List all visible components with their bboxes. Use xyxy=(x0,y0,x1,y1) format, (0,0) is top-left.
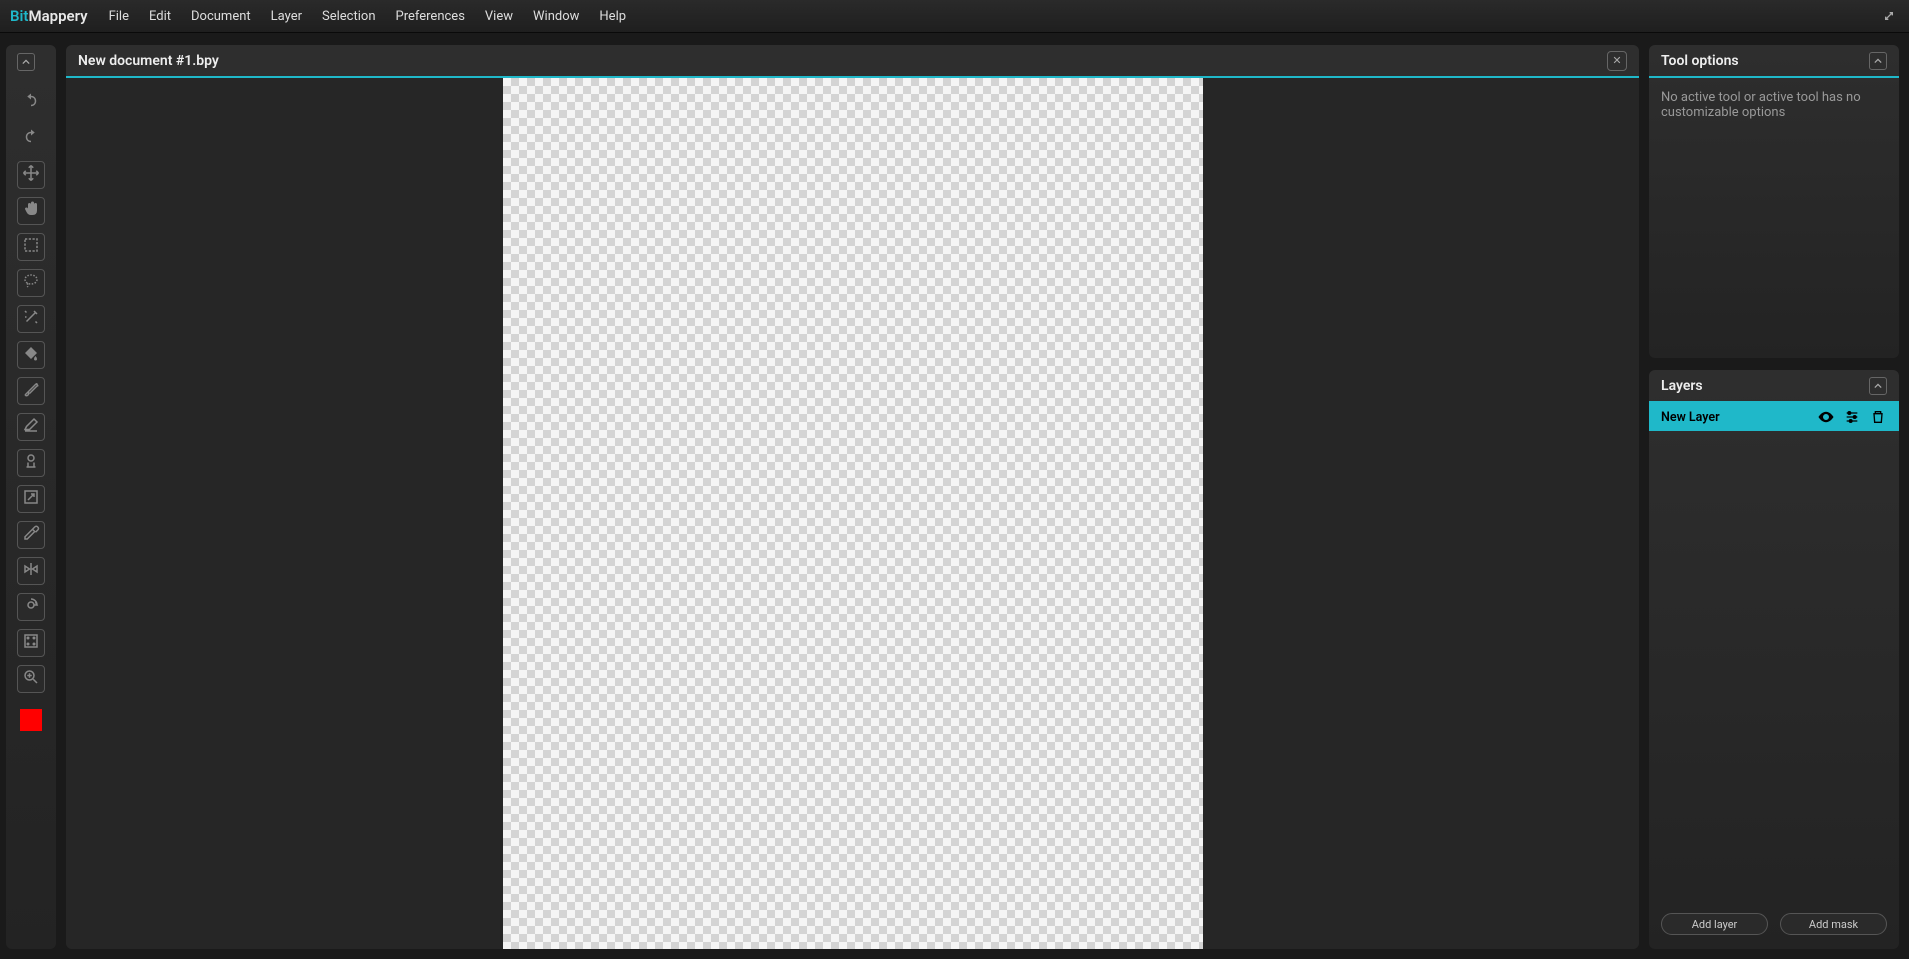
layers-body: New Layer Add layer Add mask xyxy=(1649,403,1899,949)
lasso-icon xyxy=(22,272,40,294)
canvas-area: New document #1.bpy ✕ xyxy=(66,45,1639,949)
fill-tool[interactable] xyxy=(17,341,45,369)
brush-icon xyxy=(22,380,40,402)
layer-list: New Layer xyxy=(1649,403,1899,903)
toolbar-collapse-button[interactable] xyxy=(17,53,35,71)
scale-icon xyxy=(22,488,40,510)
add-layer-button[interactable]: Add layer xyxy=(1661,913,1768,935)
add-mask-button[interactable]: Add mask xyxy=(1780,913,1887,935)
color-swatch[interactable] xyxy=(20,709,42,731)
menu-edit[interactable]: Edit xyxy=(140,3,180,30)
menu-layer[interactable]: Layer xyxy=(262,3,311,30)
brush-tool[interactable] xyxy=(17,377,45,405)
mirror-icon xyxy=(22,560,40,582)
menu-view[interactable]: View xyxy=(476,3,522,30)
undo-icon xyxy=(22,92,40,114)
tool-options-panel: Tool options No active tool or active to… xyxy=(1649,45,1899,358)
layer-buttons: Add layer Add mask xyxy=(1649,903,1899,949)
scale-tool[interactable] xyxy=(17,485,45,513)
layers-panel: Layers New Layer xyxy=(1649,370,1899,949)
layer-visibility-button[interactable] xyxy=(1817,408,1835,426)
rotate-tool[interactable] xyxy=(17,593,45,621)
text-icon xyxy=(22,632,40,654)
menu-document[interactable]: Document xyxy=(182,3,260,30)
eraser-tool[interactable] xyxy=(17,413,45,441)
right-panels: Tool options No active tool or active to… xyxy=(1649,45,1899,949)
rect-select-icon xyxy=(22,236,40,258)
fill-icon xyxy=(22,344,40,366)
layers-header: Layers xyxy=(1649,370,1899,403)
tool-options-title: Tool options xyxy=(1661,53,1869,69)
canvas-viewport[interactable] xyxy=(66,78,1639,949)
hand-tool[interactable] xyxy=(17,197,45,225)
hand-icon xyxy=(22,200,40,222)
tool-options-body: No active tool or active tool has no cus… xyxy=(1649,78,1899,358)
tool-options-header: Tool options xyxy=(1649,45,1899,78)
rotate-icon xyxy=(22,596,40,618)
tool-options-collapse-button[interactable] xyxy=(1869,52,1887,70)
layer-settings-button[interactable] xyxy=(1843,408,1861,426)
text-tool[interactable] xyxy=(17,629,45,657)
move-icon xyxy=(22,164,40,186)
menu-preferences[interactable]: Preferences xyxy=(387,3,474,30)
move-tool[interactable] xyxy=(17,161,45,189)
menu-file[interactable]: File xyxy=(100,3,138,30)
close-icon: ✕ xyxy=(1612,54,1621,67)
layer-name: New Layer xyxy=(1661,410,1817,425)
menu-help[interactable]: Help xyxy=(590,3,635,30)
close-document-button[interactable]: ✕ xyxy=(1607,51,1627,71)
layer-item-actions xyxy=(1817,408,1887,426)
eyedropper-icon xyxy=(22,524,40,546)
fullscreen-button[interactable] xyxy=(1879,6,1899,26)
canvas-header: New document #1.bpy ✕ xyxy=(66,45,1639,78)
redo-icon xyxy=(22,128,40,150)
clone-icon xyxy=(22,452,40,474)
layers-title: Layers xyxy=(1661,378,1869,394)
app-logo: BitMappery xyxy=(10,7,88,25)
tool-options-empty-text: No active tool or active tool has no cus… xyxy=(1661,90,1887,120)
layers-collapse-button[interactable] xyxy=(1869,377,1887,395)
eraser-icon xyxy=(22,416,40,438)
canvas[interactable] xyxy=(503,78,1203,949)
mirror-tool[interactable] xyxy=(17,557,45,585)
menu-window[interactable]: Window xyxy=(524,3,588,30)
layer-item[interactable]: New Layer xyxy=(1649,403,1899,431)
wand-tool[interactable] xyxy=(17,305,45,333)
undo-tool[interactable] xyxy=(17,89,45,117)
document-title: New document #1.bpy xyxy=(78,53,1607,69)
menubar: BitMappery File Edit Document Layer Sele… xyxy=(0,0,1909,33)
wand-icon xyxy=(22,308,40,330)
lasso-tool[interactable] xyxy=(17,269,45,297)
rect-select-tool[interactable] xyxy=(17,233,45,261)
toolbar xyxy=(6,45,56,949)
menu-selection[interactable]: Selection xyxy=(313,3,384,30)
redo-tool[interactable] xyxy=(17,125,45,153)
zoom-icon xyxy=(22,668,40,690)
layer-delete-button[interactable] xyxy=(1869,408,1887,426)
zoom-tool[interactable] xyxy=(17,665,45,693)
eyedropper-tool[interactable] xyxy=(17,521,45,549)
menu-items: File Edit Document Layer Selection Prefe… xyxy=(100,3,1879,30)
clone-tool[interactable] xyxy=(17,449,45,477)
